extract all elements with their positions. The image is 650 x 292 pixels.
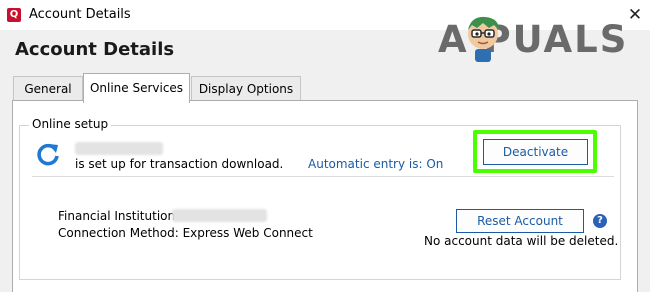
tab-online-services[interactable]: Online Services: [83, 73, 190, 103]
connection-method-label: Connection Method: Express Web Connect: [58, 226, 313, 240]
financial-institution-label: Financial Institution:: [58, 209, 180, 223]
refresh-icon: [37, 143, 59, 166]
online-setup-legend: Online setup: [29, 117, 112, 131]
redacted-financial-institution: [172, 209, 267, 222]
deactivate-button[interactable]: Deactivate: [483, 139, 588, 165]
help-icon[interactable]: ?: [593, 214, 607, 228]
page-title: Account Details: [15, 39, 175, 60]
watermark-mascot-icon: [468, 16, 499, 62]
automatic-entry-status: Automatic entry is: On: [308, 157, 444, 171]
reset-account-button[interactable]: Reset Account: [456, 209, 584, 233]
setup-status-text: is set up for transaction download.: [75, 157, 284, 171]
redacted-account-name: [75, 142, 163, 155]
reset-note: No account data will be deleted.: [424, 234, 619, 248]
window-title: Account Details: [29, 7, 131, 22]
quicken-app-icon: Q: [7, 8, 21, 22]
tab-general[interactable]: General: [13, 76, 83, 101]
divider: [32, 176, 614, 177]
tab-display-options[interactable]: Display Options: [191, 76, 301, 101]
